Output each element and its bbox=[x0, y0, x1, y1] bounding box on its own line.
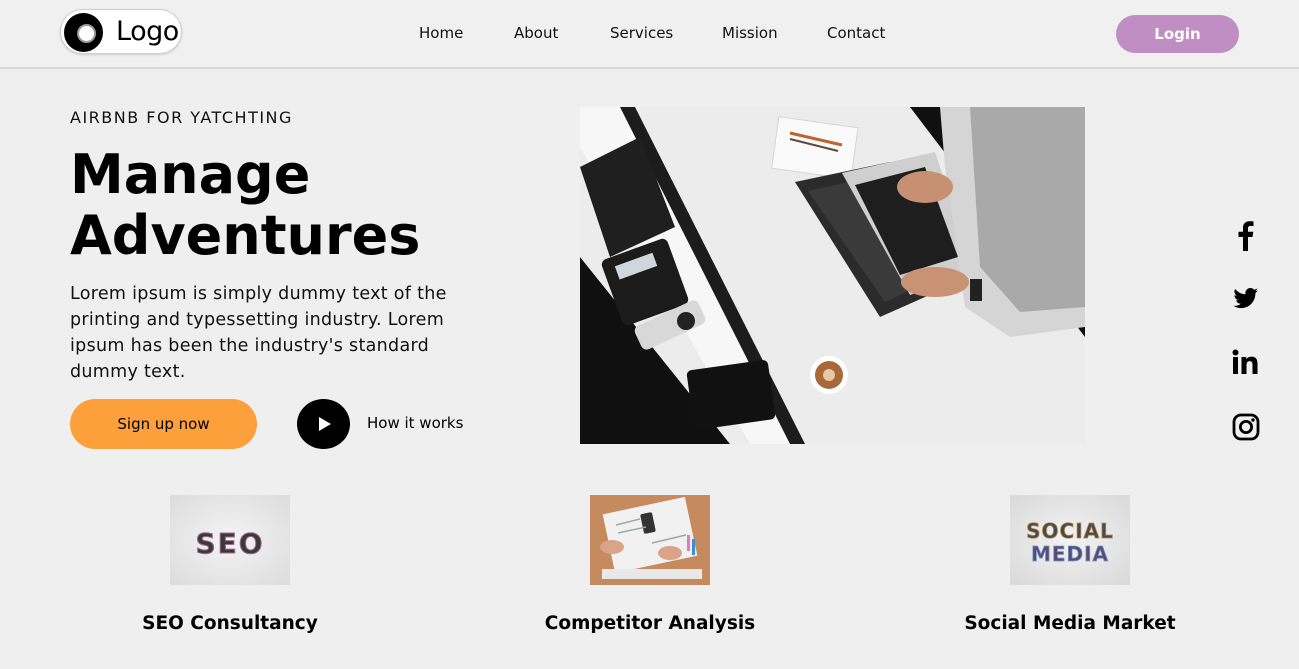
seo-card-image: SEO bbox=[170, 495, 290, 585]
nav-home[interactable]: Home bbox=[419, 24, 463, 42]
logo-mark-icon bbox=[64, 13, 103, 52]
login-button[interactable]: Login bbox=[1116, 15, 1239, 53]
linkedin-icon[interactable] bbox=[1226, 343, 1266, 383]
hero-title-line-1: Manage bbox=[70, 143, 311, 206]
nav-contact[interactable]: Contact bbox=[827, 24, 885, 42]
nav-services[interactable]: Services bbox=[610, 24, 673, 42]
social-media-card-image: SOCIAL MEDIA bbox=[1010, 495, 1130, 585]
twitter-icon[interactable] bbox=[1226, 279, 1266, 319]
hero-title: Manage Adventures bbox=[70, 144, 420, 266]
how-it-works-link[interactable]: How it works bbox=[367, 414, 463, 432]
logo-text: Logo bbox=[116, 16, 179, 47]
hero-image bbox=[580, 107, 1085, 444]
instagram-icon[interactable] bbox=[1226, 407, 1266, 447]
social-image-text-line-2: MEDIA bbox=[1031, 542, 1109, 566]
facebook-icon[interactable] bbox=[1226, 215, 1266, 255]
nav-mission[interactable]: Mission bbox=[722, 24, 778, 42]
competitor-card-image bbox=[590, 495, 710, 585]
site-header: Logo Home About Services Mission Contact… bbox=[0, 0, 1299, 69]
play-icon[interactable] bbox=[297, 399, 350, 449]
logo[interactable]: Logo bbox=[60, 9, 182, 54]
sign-up-button[interactable]: Sign up now bbox=[70, 399, 257, 449]
social-image-text-line-1: SOCIAL bbox=[1026, 519, 1114, 543]
seo-image-text: SEO bbox=[195, 527, 264, 560]
nav-about[interactable]: About bbox=[514, 24, 558, 42]
hero-title-line-2: Adventures bbox=[70, 204, 421, 267]
desk-illustration bbox=[580, 107, 1085, 444]
competitor-card-title: Competitor Analysis bbox=[544, 613, 756, 634]
hero-eyebrow: AIRBNB FOR YATCHTING bbox=[70, 108, 293, 127]
social-media-card-title: Social Media Market bbox=[964, 613, 1176, 634]
seo-card-title: SEO Consultancy bbox=[142, 613, 318, 634]
hero-description: Lorem ipsum is simply dummy text of the … bbox=[70, 284, 447, 382]
